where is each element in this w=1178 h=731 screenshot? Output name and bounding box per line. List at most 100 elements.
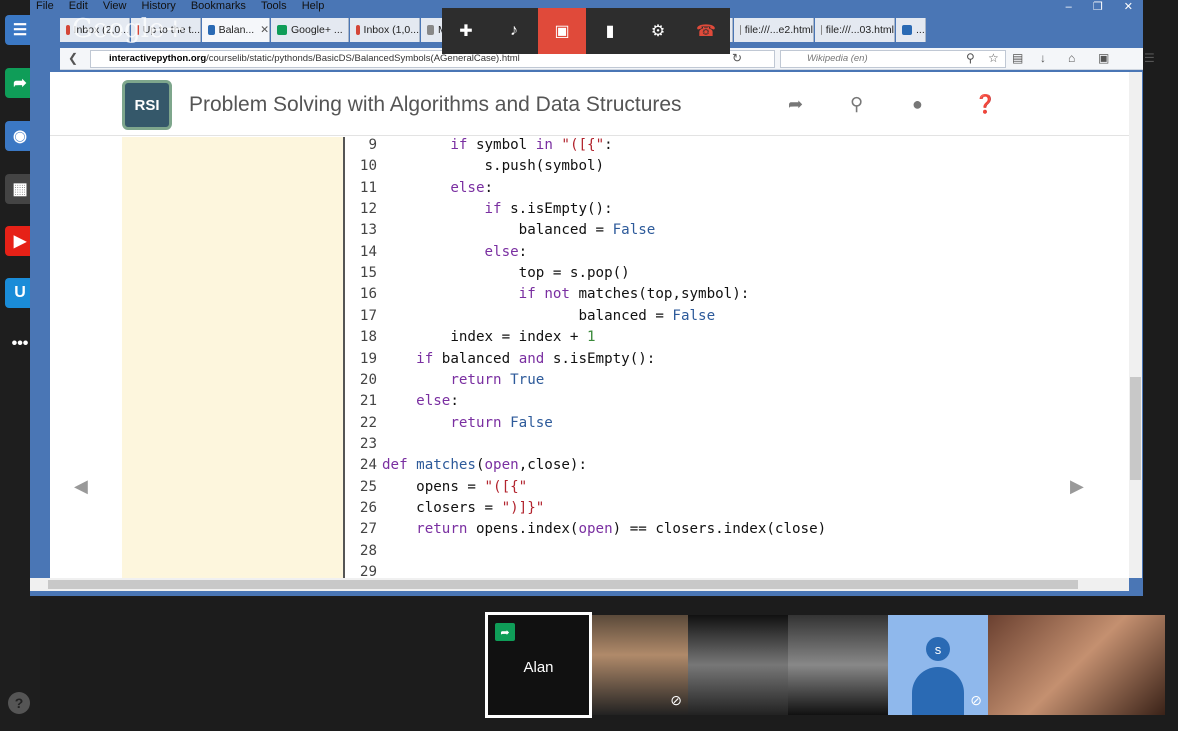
screen: ☰ ➦ ◉ ▦ ▶ U ••• ? File Edit View History… bbox=[0, 0, 1178, 731]
line-number: 28 bbox=[359, 542, 377, 559]
reading-list-icon[interactable]: ▤ bbox=[1012, 51, 1023, 65]
help-icon[interactable]: ? bbox=[8, 692, 30, 714]
menu-file[interactable]: File bbox=[36, 0, 54, 12]
line-number: 9 bbox=[368, 137, 377, 153]
back-icon[interactable]: ❮ bbox=[68, 51, 78, 65]
code-line: 21 else: bbox=[347, 393, 459, 414]
menu-view[interactable]: View bbox=[103, 0, 127, 12]
code-line: 24 def matches(open,close): bbox=[347, 457, 587, 478]
menu-help[interactable]: Help bbox=[302, 0, 325, 12]
code-line: 25 opens = "([{" bbox=[347, 479, 527, 500]
participant-tile[interactable] bbox=[688, 615, 788, 715]
tab-favicon-icon bbox=[66, 25, 70, 35]
tab-favicon-icon bbox=[821, 25, 822, 35]
tab-favicon-icon bbox=[356, 25, 360, 35]
download-icon[interactable]: ↓ bbox=[1040, 51, 1046, 65]
tab-4[interactable]: Inbox (1,0... bbox=[350, 18, 420, 42]
tab-label: ... bbox=[916, 24, 925, 36]
participant-tile[interactable] bbox=[988, 615, 1165, 715]
tab-favicon-icon bbox=[277, 25, 287, 35]
tab-label: Google+ ... bbox=[291, 24, 343, 36]
camera-off-icon[interactable]: ▣ bbox=[538, 8, 586, 54]
help-icon[interactable]: ❓ bbox=[974, 94, 996, 115]
google-plus-watermark: Google+ bbox=[72, 14, 187, 44]
code-line: 14 else: bbox=[347, 244, 527, 265]
line-number: 24 bbox=[359, 457, 377, 474]
mic-muted-icon: ⊘ bbox=[970, 692, 982, 708]
code-text: s.push(symbol) bbox=[382, 158, 605, 175]
addon-icon[interactable]: ▣ bbox=[1098, 51, 1109, 65]
bandwidth-icon[interactable]: ▮ bbox=[586, 8, 634, 54]
next-page-arrow-icon[interactable]: ▶ bbox=[1070, 476, 1084, 497]
site-header: RSI Problem Solving with Algorithms and … bbox=[50, 72, 1129, 136]
code-text: opens = "([{" bbox=[382, 478, 528, 495]
menu-edit[interactable]: Edit bbox=[69, 0, 88, 12]
site-logo[interactable]: RSI bbox=[122, 80, 172, 130]
code-text: else: bbox=[416, 393, 459, 410]
home-icon[interactable]: ⌂ bbox=[1068, 51, 1075, 65]
tab-2[interactable]: Balan... ✕ bbox=[202, 18, 270, 42]
participant-tile-presenter[interactable]: ➦ Alan bbox=[485, 612, 592, 718]
menu-bookmarks[interactable]: Bookmarks bbox=[191, 0, 246, 12]
horizontal-scroll-thumb[interactable] bbox=[48, 580, 1078, 589]
line-number: 21 bbox=[359, 393, 377, 410]
code-line: 15 top = s.pop() bbox=[347, 265, 630, 286]
close-icon[interactable]: ✕ bbox=[1124, 1, 1133, 13]
vertical-scroll-thumb[interactable] bbox=[1130, 377, 1141, 480]
tab-label: file:///...e2.html bbox=[744, 24, 813, 36]
line-number: 27 bbox=[359, 521, 377, 538]
tab-10[interactable]: file:///...e2.html bbox=[734, 18, 814, 42]
code-line: 29 bbox=[347, 564, 382, 578]
code-text: if not matches(top,symbol): bbox=[518, 286, 750, 303]
menu-history[interactable]: History bbox=[142, 0, 176, 12]
reload-icon[interactable]: ↻ bbox=[732, 51, 742, 65]
code-text: if symbol in "([{": bbox=[450, 137, 613, 153]
menu-tools[interactable]: Tools bbox=[261, 0, 287, 12]
tab-favicon-icon bbox=[740, 25, 741, 35]
restore-icon[interactable]: ❐ bbox=[1093, 1, 1103, 13]
line-number: 23 bbox=[359, 435, 377, 452]
line-number: 17 bbox=[359, 307, 377, 324]
tab-11[interactable]: file:///...03.html bbox=[815, 18, 895, 42]
code-text: index = index + 1 bbox=[382, 329, 596, 346]
tab-label: file:///...03.html bbox=[825, 24, 894, 36]
mic-muted-icon[interactable]: ♪ bbox=[490, 8, 538, 54]
bookmark-star-icon[interactable]: ☆ bbox=[988, 51, 999, 65]
tab-3[interactable]: Google+ ... bbox=[271, 18, 349, 42]
web-page: RSI Problem Solving with Algorithms and … bbox=[50, 72, 1129, 578]
code-line: 28 bbox=[347, 543, 382, 564]
tab-12[interactable]: ... bbox=[896, 18, 926, 42]
settings-gear-icon[interactable]: ⚙ bbox=[634, 8, 682, 54]
tab-close-icon[interactable]: ✕ bbox=[260, 24, 269, 36]
hang-up-icon[interactable]: ☎ bbox=[682, 8, 730, 54]
add-people-icon[interactable]: ✚ bbox=[442, 8, 490, 54]
mic-muted-icon: ⊘ bbox=[670, 692, 682, 708]
url-path: /courselib/static/pythonds/BasicDS/Balan… bbox=[206, 53, 520, 64]
page-title[interactable]: Problem Solving with Algorithms and Data… bbox=[189, 93, 682, 117]
vertical-scrollbar[interactable] bbox=[1129, 72, 1142, 578]
code-text: else: bbox=[450, 179, 494, 196]
line-number: 26 bbox=[359, 499, 377, 516]
horizontal-scrollbar[interactable] bbox=[30, 578, 1129, 591]
code-line: 19 if balanced and s.isEmpty(): bbox=[347, 351, 655, 372]
tab-label: Balan... bbox=[218, 24, 255, 36]
participant-strip: ➦ Alan ⊘ s ⊘ bbox=[485, 612, 1165, 718]
minimize-icon[interactable]: – bbox=[1066, 1, 1072, 13]
previous-page-arrow-icon[interactable]: ◀ bbox=[74, 476, 88, 497]
hamburger-menu-icon[interactable]: ☰ bbox=[1144, 51, 1155, 65]
line-number: 11 bbox=[359, 179, 377, 196]
code-text: balanced = False bbox=[382, 222, 656, 239]
search-icon[interactable]: ⚲ bbox=[850, 94, 863, 115]
share-icon[interactable]: ➦ bbox=[788, 94, 803, 115]
search-icon[interactable]: ⚲ bbox=[966, 51, 975, 65]
participant-name: Alan bbox=[523, 659, 554, 676]
participant-tile[interactable]: s ⊘ bbox=[888, 615, 988, 715]
participant-tile[interactable]: ⊘ bbox=[592, 615, 688, 715]
code-line: 17 balanced = False bbox=[347, 308, 715, 329]
line-number: 20 bbox=[359, 371, 377, 388]
code-line: 16 if not matches(top,symbol): bbox=[347, 286, 749, 307]
code-text: return opens.index(open) == closers.inde… bbox=[416, 521, 827, 538]
window-controls: – ❐ ✕ bbox=[1048, 0, 1133, 13]
participant-tile[interactable] bbox=[788, 615, 888, 715]
user-icon[interactable]: ● bbox=[912, 94, 923, 115]
